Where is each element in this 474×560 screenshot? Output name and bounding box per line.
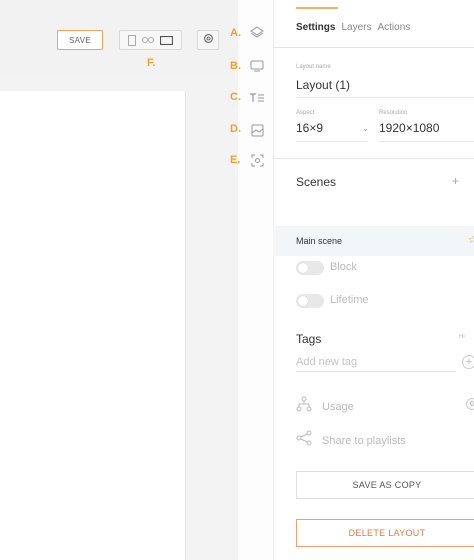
tags-hint: Hi <box>459 334 465 340</box>
layout-name-field[interactable]: Layout (1) <box>296 78 350 92</box>
aspect-label: Aspect <box>296 110 315 116</box>
add-scene-button[interactable]: + <box>452 174 459 188</box>
share-row[interactable]: Share to playlists <box>296 430 406 451</box>
annotation-c: C. <box>230 91 241 103</box>
hierarchy-icon <box>296 396 312 417</box>
usage-count-badge: 0 <box>466 398 474 410</box>
aspect-select[interactable]: 16×9 <box>296 121 323 135</box>
scenes-title: Scenes <box>296 175 337 189</box>
portrait-icon[interactable] <box>128 34 136 46</box>
layers-icon[interactable] <box>249 24 265 40</box>
section-divider <box>273 158 474 159</box>
annotation-f: F. <box>147 57 156 69</box>
delete-layout-button[interactable]: DELETE LAYOUT <box>296 519 474 547</box>
block-toggle-label: Block <box>330 261 357 273</box>
usage-label: Usage <box>322 400 354 413</box>
text-icon[interactable] <box>249 90 265 106</box>
tab-settings[interactable]: Settings <box>296 22 335 33</box>
layout-name-label: Layout name <box>296 64 331 70</box>
aspect-underline <box>296 141 368 142</box>
gear-icon <box>203 31 214 49</box>
link-icon[interactable] <box>142 36 154 44</box>
tag-input[interactable] <box>296 352 456 372</box>
resolution-field[interactable]: 1920×1080 <box>379 121 439 135</box>
screen-icon[interactable] <box>249 58 265 74</box>
save-button[interactable]: SAVE <box>57 30 103 50</box>
image-icon[interactable] <box>249 122 265 138</box>
annotation-e: E. <box>230 154 241 166</box>
active-tab-indicator <box>296 7 338 9</box>
share-label: Share to playlists <box>322 434 406 447</box>
chevron-down-icon[interactable]: ⌄ <box>362 124 369 133</box>
star-icon[interactable]: ☆ <box>468 235 474 246</box>
landscape-icon[interactable] <box>160 35 173 45</box>
layout-canvas[interactable] <box>0 91 186 560</box>
widget-icon[interactable] <box>249 152 265 168</box>
tags-title: Tags <box>296 332 322 346</box>
lifetime-toggle[interactable] <box>296 294 324 308</box>
usage-row[interactable]: Usage <box>296 396 354 417</box>
block-toggle[interactable] <box>296 261 324 275</box>
annotation-d: D. <box>230 123 241 135</box>
tab-layers[interactable]: Layers <box>341 22 371 33</box>
share-icon <box>296 430 312 451</box>
resolution-label: Resolution <box>379 110 408 116</box>
lifetime-toggle-label: Lifetime <box>330 294 369 306</box>
panel-tabs: Settings Layers Actions <box>296 22 410 33</box>
layout-name-underline <box>296 97 474 98</box>
scene-item-label: Main scene <box>296 236 343 246</box>
resolution-underline <box>379 141 474 142</box>
tabs-divider <box>273 47 474 48</box>
view-mode-group <box>119 30 182 50</box>
annotation-a: A. <box>230 27 241 39</box>
annotation-b: B. <box>230 60 241 72</box>
add-tag-button[interactable]: + <box>462 355 474 369</box>
settings-button[interactable] <box>197 30 219 50</box>
tab-actions[interactable]: Actions <box>377 22 410 33</box>
save-as-copy-button[interactable]: SAVE AS COPY <box>296 471 474 499</box>
